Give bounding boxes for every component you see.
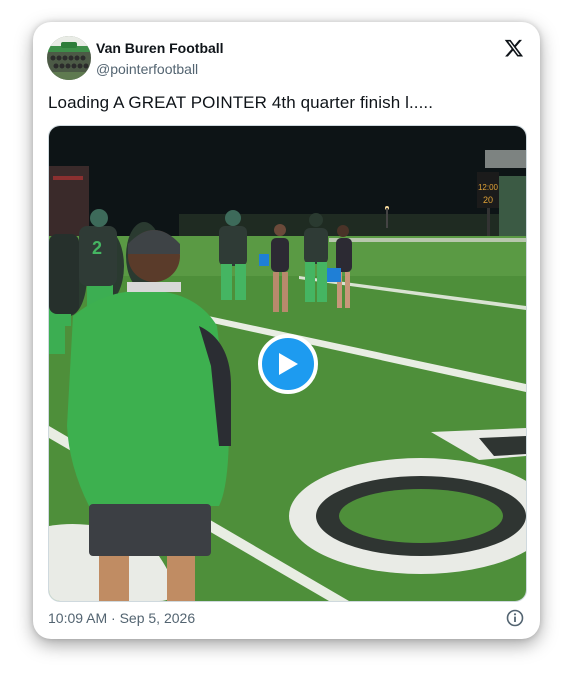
avatar-image [47, 36, 91, 80]
scoreboard-time: 12:00 [478, 183, 499, 192]
author-name[interactable]: Van Buren Football [96, 40, 224, 56]
jersey-number: 2 [92, 238, 102, 258]
info-icon[interactable] [506, 609, 524, 627]
video-player[interactable]: 12:00 20 2 [48, 125, 527, 602]
avatar[interactable] [47, 36, 91, 80]
scoreboard-score: 20 [483, 195, 493, 205]
tweet-timestamp[interactable]: 10:09 AM · Sep 5, 2026 [48, 610, 195, 626]
tweet-card[interactable]: Van Buren Football @pointerfootball Load… [33, 22, 540, 639]
tweet-text: Loading A GREAT POINTER 4th quarter fini… [48, 93, 434, 112]
author-handle[interactable]: @pointerfootball [96, 61, 198, 77]
x-logo-icon[interactable] [504, 38, 524, 58]
play-button[interactable] [258, 334, 318, 394]
play-icon [279, 353, 298, 375]
